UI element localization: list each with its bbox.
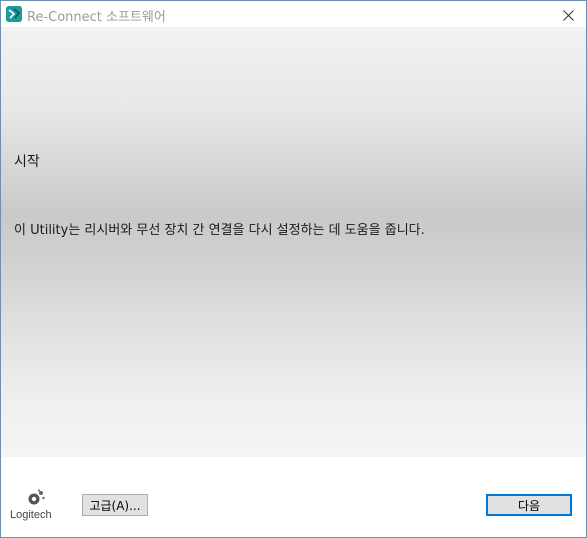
advanced-button[interactable]: 고급(A)... <box>82 494 148 516</box>
content-panel: 시작 이 Utility는 리시버와 무선 장치 간 연결을 다시 설정하는 데… <box>1 27 586 457</box>
logitech-logo-icon <box>28 489 45 505</box>
close-icon <box>562 9 574 21</box>
logitech-logo-text: Logitech <box>10 509 52 521</box>
title-bar[interactable]: Re-Connect 소프트웨어 <box>1 1 586 29</box>
window-title: Re-Connect 소프트웨어 <box>27 10 166 25</box>
logitech-logo: Logitech <box>10 489 66 525</box>
close-button[interactable] <box>550 1 586 29</box>
next-button-label: 다음 <box>517 498 541 513</box>
advanced-button-label: 고급(A)... <box>89 498 141 513</box>
page-description: 이 Utility는 리시버와 무선 장치 간 연결을 다시 설정하는 데 도움… <box>14 223 425 238</box>
next-button[interactable]: 다음 <box>486 494 572 516</box>
reconnect-window: Re-Connect 소프트웨어 시작 이 Utility는 리시버와 무선 장… <box>0 0 587 538</box>
page-heading: 시작 <box>14 154 40 170</box>
footer-bar: Logitech 고급(A)... 다음 <box>1 457 586 537</box>
logitech-unifying-icon <box>6 6 22 22</box>
